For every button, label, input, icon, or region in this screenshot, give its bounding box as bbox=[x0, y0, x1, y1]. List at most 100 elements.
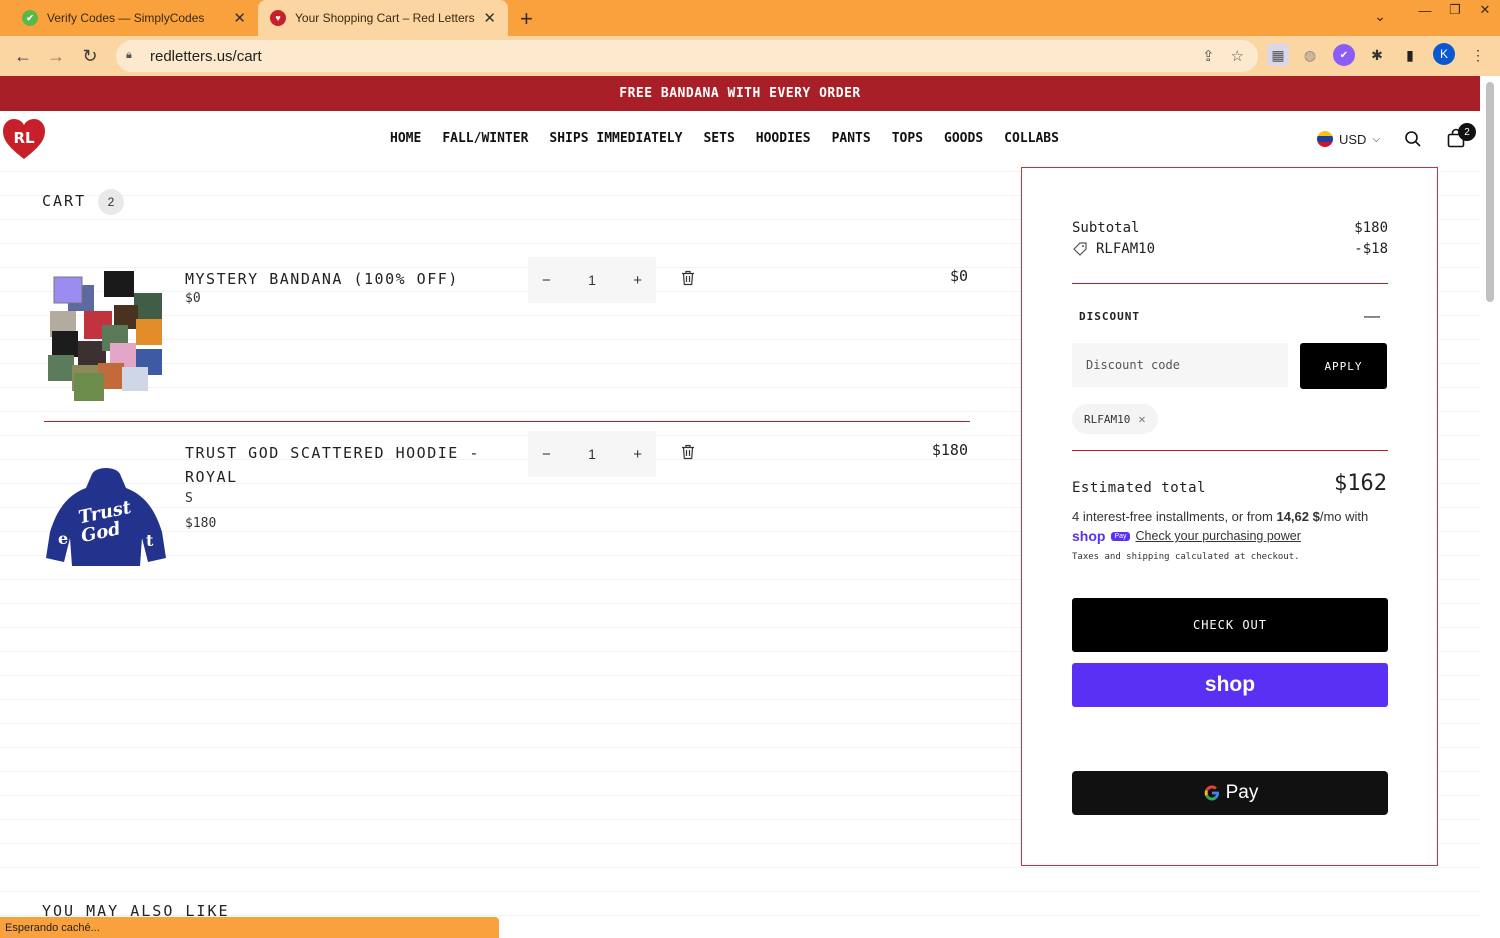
item-unit-price: $0 bbox=[185, 291, 201, 306]
nav-ships-immediately[interactable]: SHIPS IMMEDIATELY bbox=[549, 131, 682, 146]
quantity-value[interactable]: 1 bbox=[588, 272, 596, 288]
google-pay-button[interactable]: Pay bbox=[1072, 771, 1388, 815]
redletters-favicon-icon: ♥ bbox=[270, 10, 286, 26]
applied-code-row: RLFAM10 -$18 bbox=[1072, 241, 1388, 257]
window-close-icon[interactable]: ✕ bbox=[1470, 0, 1500, 20]
cart-count-badge: 2 bbox=[1458, 123, 1476, 141]
nav-sets[interactable]: SETS bbox=[703, 131, 734, 146]
apply-discount-button[interactable]: APPLY bbox=[1300, 343, 1387, 389]
puzzle-extensions-icon[interactable]: ✱ bbox=[1366, 44, 1388, 66]
scrollbar-thumb[interactable] bbox=[1486, 82, 1494, 302]
nav-goods[interactable]: GOODS bbox=[944, 131, 983, 146]
quantity-stepper: − 1 + bbox=[528, 431, 656, 477]
profile-avatar[interactable]: K bbox=[1433, 43, 1455, 65]
share-icon[interactable]: ⇪ bbox=[1202, 47, 1215, 65]
browser-tab-redletters[interactable]: ♥ Your Shopping Cart – Red Letters ✕ bbox=[258, 0, 508, 36]
summary-divider bbox=[1072, 283, 1388, 284]
close-tab-icon[interactable]: ✕ bbox=[483, 9, 496, 27]
nav-fall-winter[interactable]: FALL/WINTER bbox=[442, 131, 528, 146]
subtotal-row: Subtotal $180 bbox=[1072, 220, 1388, 236]
more-menu-icon[interactable]: ⋮ bbox=[1467, 44, 1489, 66]
trust-god-hoodie-image[interactable]: Trust God e t bbox=[44, 451, 169, 586]
tab-search-chevron-icon[interactable]: ⌄ bbox=[1374, 8, 1386, 25]
browser-toolbar: ← → ↻ 🔒︎ redletters.us/cart ⇪ ☆ ▦ ◍ ✔ ✱ … bbox=[0, 36, 1500, 76]
increase-quantity-icon[interactable]: + bbox=[633, 446, 642, 463]
cart-item-count-badge: 2 bbox=[98, 189, 124, 215]
cart-line-item: MYSTERY BANDANA (100% OFF) $0 − 1 + $0 bbox=[44, 257, 970, 407]
svg-text:t: t bbox=[146, 531, 154, 550]
remove-discount-close-icon[interactable]: ✕ bbox=[1138, 412, 1145, 426]
simplycodes-favicon-icon: ✔ bbox=[22, 10, 38, 26]
logo-text: RL bbox=[13, 129, 35, 147]
tab-title: Verify Codes — SimplyCodes bbox=[47, 11, 205, 25]
shop-pay-button[interactable]: shop bbox=[1072, 663, 1388, 707]
search-icon[interactable] bbox=[1403, 129, 1423, 149]
item-unit-price: $180 bbox=[185, 516, 217, 531]
subtotal-label: Subtotal bbox=[1072, 220, 1140, 236]
applied-code-discount: -$18 bbox=[1354, 241, 1388, 257]
currency-code: USD bbox=[1339, 131, 1367, 147]
decrease-quantity-icon[interactable]: − bbox=[542, 272, 551, 289]
remove-item-trash-icon[interactable] bbox=[681, 444, 695, 460]
svg-text:e: e bbox=[58, 529, 68, 548]
bookmark-star-icon[interactable]: ☆ bbox=[1231, 47, 1244, 65]
nav-collabs[interactable]: COLLABS bbox=[1004, 131, 1059, 146]
red-letters-logo[interactable]: RL bbox=[2, 118, 46, 162]
back-arrow-icon[interactable]: ← bbox=[10, 44, 36, 68]
google-g-icon bbox=[1204, 785, 1219, 801]
currency-selector[interactable]: USD ⌵ bbox=[1317, 131, 1380, 147]
google-pay-label: Pay bbox=[1225, 782, 1259, 803]
browser-tab-simplycodes[interactable]: ✔ Verify Codes — SimplyCodes ✕ bbox=[10, 0, 258, 36]
applied-discount-chip: RLFAM10 ✕ bbox=[1072, 404, 1158, 434]
chevron-down-icon: ⌵ bbox=[1372, 133, 1381, 145]
installments-prefix: 4 interest-free installments, or from bbox=[1072, 509, 1277, 524]
collapse-minus-icon[interactable]: — bbox=[1364, 308, 1380, 326]
window-controls: — ❐ ✕ bbox=[1410, 0, 1500, 20]
browser-tab-bar: ✔ Verify Codes — SimplyCodes ✕ ♥ Your Sh… bbox=[0, 0, 1500, 36]
new-tab-icon[interactable]: + bbox=[520, 6, 533, 32]
discount-heading[interactable]: DISCOUNT bbox=[1079, 310, 1140, 323]
item-line-price: $0 bbox=[949, 267, 968, 285]
cart-line-item: Trust God e t TRUST GOD SCATTERED HOODIE… bbox=[44, 431, 970, 581]
site-header: RL HOME FALL/WINTER SHIPS IMMEDIATELY SE… bbox=[0, 111, 1480, 171]
tag-icon bbox=[1073, 242, 1087, 256]
quantity-value[interactable]: 1 bbox=[588, 446, 596, 462]
close-tab-icon[interactable]: ✕ bbox=[233, 9, 246, 27]
minimize-icon[interactable]: — bbox=[1410, 0, 1440, 20]
side-panel-icon[interactable]: ▮ bbox=[1399, 44, 1421, 66]
simplycodes-extension-icon[interactable]: ✔ bbox=[1333, 44, 1355, 66]
url-text: redletters.us/cart bbox=[150, 47, 262, 65]
purchasing-power-link[interactable]: Check your purchasing power bbox=[1136, 529, 1301, 543]
installments-amount: 14,62 $ bbox=[1276, 509, 1320, 524]
estimated-total-label: Estimated total bbox=[1072, 480, 1206, 496]
decrease-quantity-icon[interactable]: − bbox=[542, 446, 551, 463]
globe-extension-icon[interactable]: ◍ bbox=[1299, 44, 1321, 66]
discount-code-input[interactable] bbox=[1072, 343, 1288, 387]
order-summary-panel: Subtotal $180 RLFAM10 -$18 DISCOUNT — AP… bbox=[1021, 167, 1438, 866]
remove-item-trash-icon[interactable] bbox=[681, 270, 695, 286]
nav-hoodies[interactable]: HOODIES bbox=[756, 131, 811, 146]
reload-icon[interactable]: ↻ bbox=[77, 44, 103, 68]
item-variant: S bbox=[185, 491, 193, 506]
checkout-button[interactable]: CHECK OUT bbox=[1072, 598, 1388, 652]
cart-title: CART bbox=[42, 192, 87, 210]
announcement-bar: FREE BANDANA WITH EVERY ORDER bbox=[0, 76, 1480, 111]
nav-home[interactable]: HOME bbox=[390, 131, 421, 146]
summary-divider bbox=[1072, 450, 1388, 451]
installments-text: 4 interest-free installments, or from 14… bbox=[1072, 509, 1392, 524]
main-navigation: HOME FALL/WINTER SHIPS IMMEDIATELY SETS … bbox=[390, 131, 1059, 146]
subtotal-value: $180 bbox=[1354, 220, 1388, 236]
quantity-stepper: − 1 + bbox=[528, 257, 656, 303]
forward-arrow-icon[interactable]: → bbox=[43, 44, 69, 68]
address-bar[interactable]: 🔒︎ redletters.us/cart ⇪ ☆ bbox=[116, 40, 1258, 72]
nav-pants[interactable]: PANTS bbox=[832, 131, 871, 146]
restore-icon[interactable]: ❐ bbox=[1440, 0, 1470, 20]
mystery-bandana-image[interactable] bbox=[44, 267, 169, 402]
item-name[interactable]: TRUST GOD SCATTERED HOODIE - ROYAL bbox=[185, 441, 505, 489]
increase-quantity-icon[interactable]: + bbox=[633, 272, 642, 289]
tab-title: Your Shopping Cart – Red Letters bbox=[295, 11, 475, 25]
extension-icon[interactable]: ▦ bbox=[1267, 44, 1289, 66]
item-name[interactable]: MYSTERY BANDANA (100% OFF) bbox=[185, 267, 505, 291]
nav-tops[interactable]: TOPS bbox=[892, 131, 923, 146]
shop-pay-badge: Pay bbox=[1111, 531, 1130, 541]
